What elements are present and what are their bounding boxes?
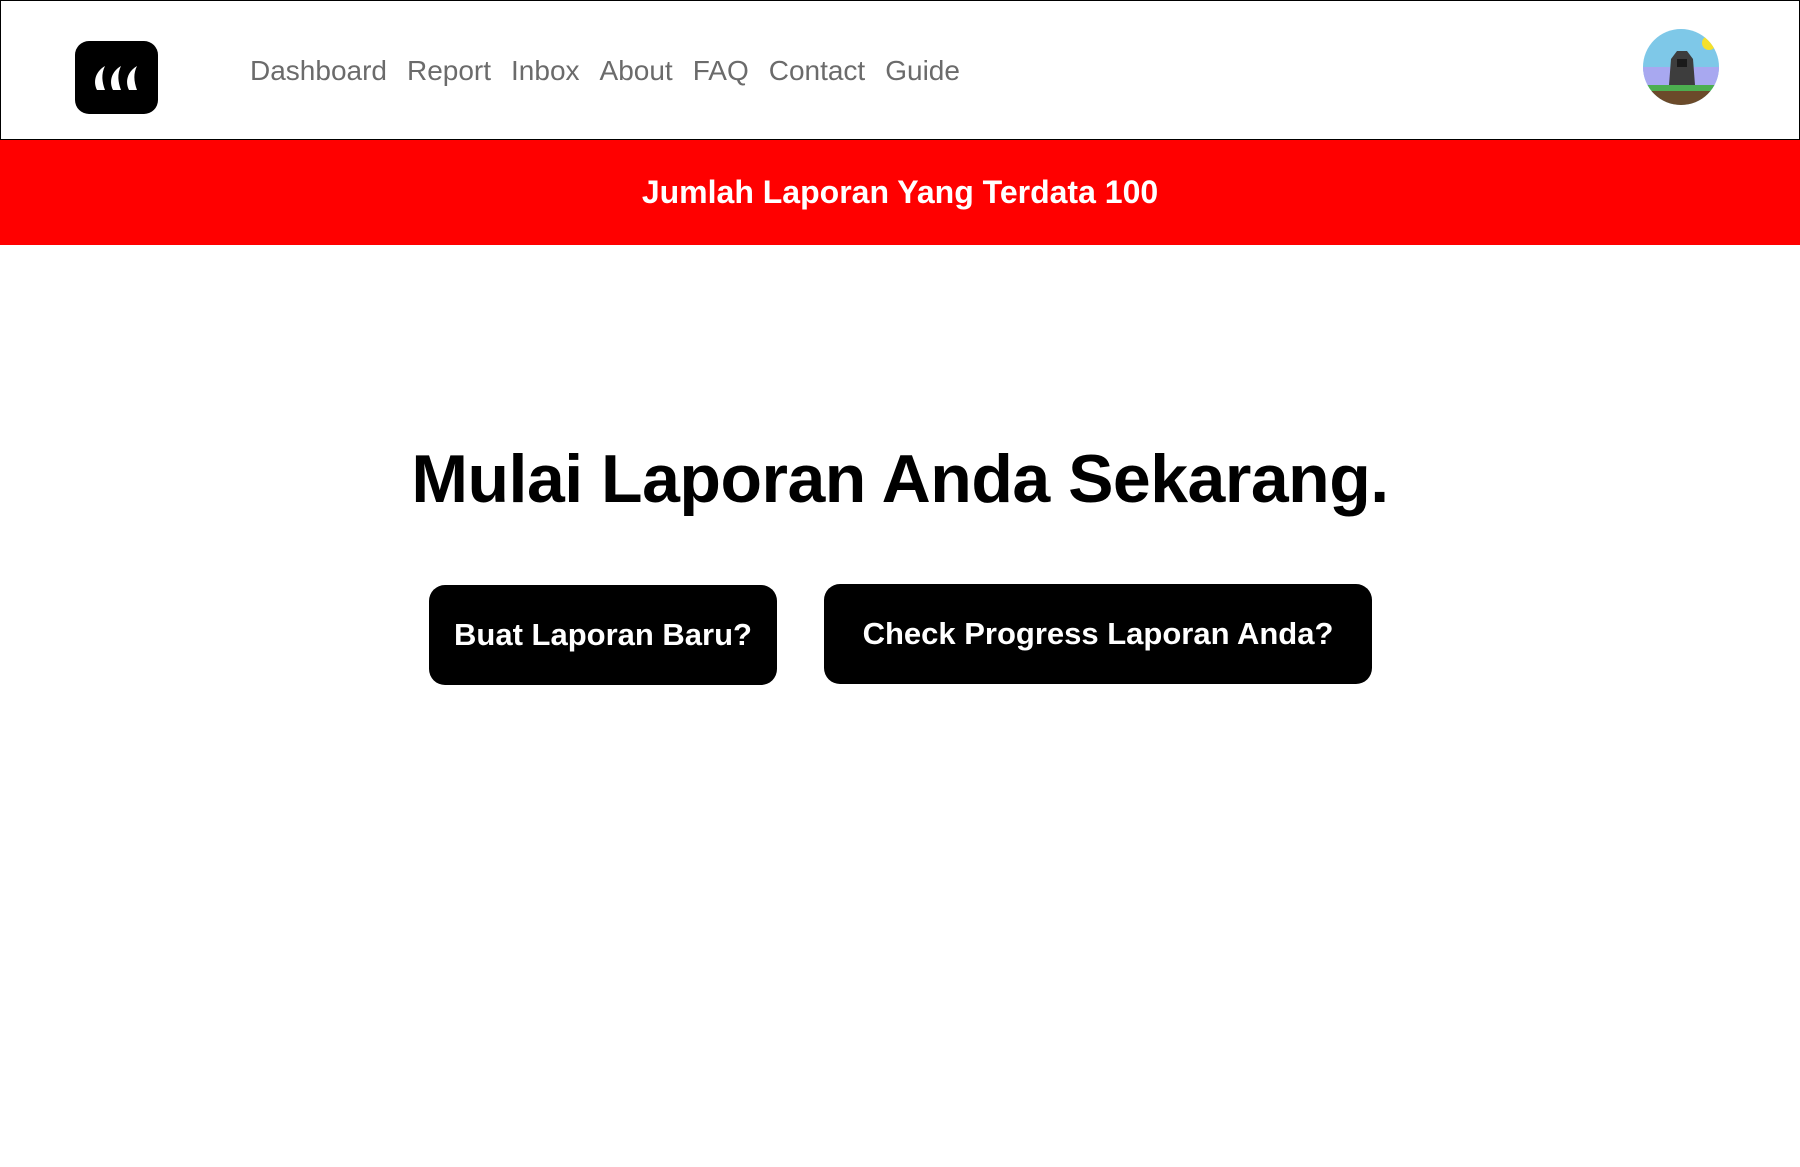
user-avatar[interactable] [1643,29,1719,105]
report-count-text: Jumlah Laporan Yang Terdata 100 [641,174,1159,210]
nav-report-link[interactable]: Report [407,52,491,90]
primary-nav: Dashboard Report Inbox About FAQ Contact… [250,52,960,90]
avatar-icon [1643,29,1719,105]
report-count-banner: Jumlah Laporan Yang Terdata 100 [0,140,1800,245]
check-progress-button[interactable]: Check Progress Laporan Anda? [824,584,1372,684]
nav-guide-link[interactable]: Guide [885,52,960,90]
app-logo[interactable] [75,41,158,114]
new-report-button[interactable]: Buat Laporan Baru? [429,585,777,685]
logo-icon [94,65,137,90]
nav-about-link[interactable]: About [600,52,673,90]
top-navbar: Dashboard Report Inbox About FAQ Contact… [0,0,1800,140]
hero-headline: Mulai Laporan Anda Sekarang. [411,441,1389,517]
nav-dashboard-link[interactable]: Dashboard [250,52,387,90]
nav-inbox-link[interactable]: Inbox [511,52,580,90]
nav-contact-link[interactable]: Contact [769,52,866,90]
nav-faq-link[interactable]: FAQ [693,52,749,90]
